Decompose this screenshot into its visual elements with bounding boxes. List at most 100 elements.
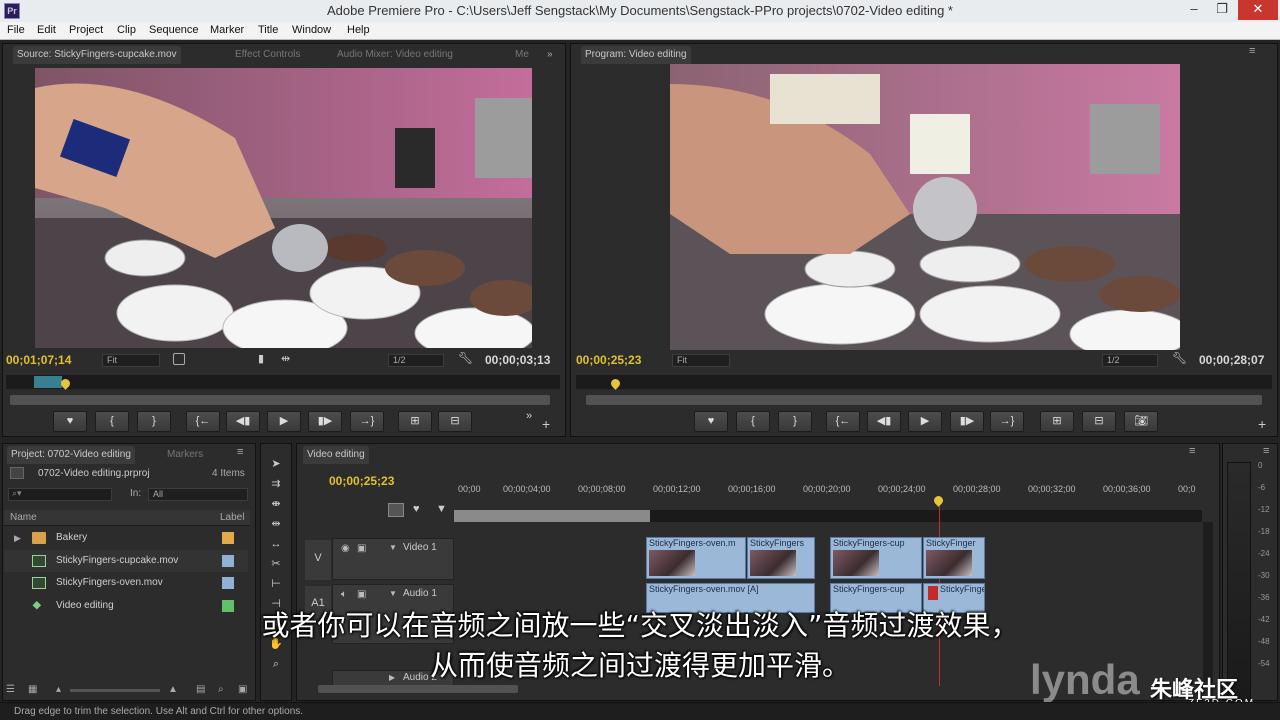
speaker-icon[interactable]: 🔈︎: [341, 589, 347, 600]
collapse-arrow-icon[interactable]: ▼: [389, 543, 397, 552]
project-search-input[interactable]: ⌕▾: [8, 488, 112, 501]
ripple-edit-tool-icon[interactable]: ⇼: [267, 496, 285, 512]
tab-project[interactable]: Project: 0702-Video editing: [7, 446, 135, 464]
video-source-patch[interactable]: V: [305, 540, 331, 580]
project-item-cupcake[interactable]: StickyFingers-cupcake.mov: [4, 550, 248, 572]
program-zoom-scrollbar[interactable]: [586, 395, 1262, 405]
timeline-timecode[interactable]: 00;00;25;23: [329, 474, 394, 488]
icon-size-slider[interactable]: [70, 689, 160, 692]
video-clip[interactable]: StickyFingers-cup: [830, 537, 922, 579]
new-item-icon[interactable]: ▣: [238, 684, 247, 695]
project-item-oven[interactable]: StickyFingers-oven.mov: [4, 572, 248, 594]
name-column-header[interactable]: Name: [10, 512, 37, 523]
menu-help[interactable]: Help: [347, 24, 370, 36]
program-step-back-button[interactable]: ◀▮: [867, 411, 901, 432]
menu-file[interactable]: File: [7, 24, 25, 36]
label-column-header[interactable]: Label: [220, 512, 244, 523]
extract-button[interactable]: ⊟: [1082, 411, 1116, 432]
program-step-forward-button[interactable]: ▮▶: [950, 411, 984, 432]
in-filter-select[interactable]: All: [148, 488, 248, 501]
source-timecode[interactable]: 00;01;07;14: [6, 353, 71, 367]
program-add-marker-button[interactable]: ♥: [694, 411, 728, 432]
timeline-panel-menu-icon[interactable]: ≡: [1189, 445, 1195, 457]
rolling-edit-tool-icon[interactable]: ⇹: [267, 516, 285, 532]
lock-icon[interactable]: ▣: [357, 543, 366, 554]
source-zoom-scrollbar[interactable]: [10, 395, 550, 405]
maximize-button[interactable]: ❐: [1208, 0, 1236, 20]
snap-icon[interactable]: [388, 503, 404, 517]
tab-markers[interactable]: Markers: [163, 446, 207, 464]
tab-sequence[interactable]: Video editing: [303, 446, 369, 464]
step-forward-button[interactable]: ▮▶: [308, 411, 342, 432]
zoom-out-icon[interactable]: ▴: [56, 684, 61, 695]
more-controls-icon[interactable]: »: [526, 410, 532, 422]
video-clip[interactable]: StickyFingers-oven.m: [646, 537, 746, 579]
tab-metadata[interactable]: Me: [511, 46, 533, 64]
tab-audio-mixer[interactable]: Audio Mixer: Video editing: [333, 46, 457, 64]
wrench-icon[interactable]: 🔧︎: [458, 351, 473, 365]
menu-title[interactable]: Title: [258, 24, 278, 36]
rate-stretch-tool-icon[interactable]: ↔: [267, 536, 285, 552]
button-editor-plus-icon[interactable]: +: [542, 416, 550, 432]
insert-icon[interactable]: ▮: [258, 352, 264, 365]
close-button[interactable]: ✕: [1238, 0, 1278, 20]
tab-effect-controls[interactable]: Effect Controls: [231, 46, 304, 64]
insert-button[interactable]: ⊞: [398, 411, 432, 432]
expand-arrow-icon[interactable]: ▶: [14, 527, 21, 549]
selection-tool-icon[interactable]: ➤: [267, 456, 285, 472]
export-frame-button[interactable]: 📷︎: [1124, 411, 1158, 432]
program-mark-in-button[interactable]: {: [736, 411, 770, 432]
program-mark-out-button[interactable]: }: [778, 411, 812, 432]
drag-audio-video-icon[interactable]: ⇹: [281, 352, 290, 365]
bin-icon[interactable]: ▤: [196, 684, 205, 695]
play-button[interactable]: ▶: [267, 411, 301, 432]
timeline-horizontal-scrollbar[interactable]: [318, 685, 518, 693]
mark-out-button[interactable]: }: [137, 411, 171, 432]
program-button-editor-plus-icon[interactable]: +: [1258, 416, 1266, 432]
audio-lock-icon[interactable]: ▣: [357, 589, 366, 600]
program-resolution-select[interactable]: 1/2: [1102, 354, 1158, 367]
meter-panel-menu-icon[interactable]: ≡: [1263, 445, 1269, 457]
safe-margins-icon[interactable]: [173, 353, 185, 365]
step-back-button[interactable]: ◀▮: [226, 411, 260, 432]
tab-program[interactable]: Program: Video editing: [581, 46, 691, 64]
menu-marker[interactable]: Marker: [210, 24, 244, 36]
add-marker-button[interactable]: ♥: [53, 411, 87, 432]
source-zoom-select[interactable]: Fit: [102, 354, 160, 367]
slip-tool-icon[interactable]: ⊢: [267, 576, 285, 592]
program-scrub-bar[interactable]: [576, 375, 1272, 389]
program-wrench-icon[interactable]: 🔧︎: [1172, 351, 1187, 365]
tab-source[interactable]: Source: StickyFingers-cupcake.mov: [13, 46, 181, 64]
video-clip[interactable]: StickyFinger: [923, 537, 985, 579]
project-panel-menu-icon[interactable]: ≡: [237, 446, 243, 458]
minimize-button[interactable]: –: [1180, 0, 1208, 20]
razor-tool-icon[interactable]: ✂: [267, 556, 285, 572]
project-item-bakery[interactable]: ▶ Bakery: [4, 527, 248, 549]
overwrite-button[interactable]: ⊟: [438, 411, 472, 432]
set-marker-icon[interactable]: ♥: [413, 503, 420, 515]
list-view-icon[interactable]: ☰: [6, 684, 15, 695]
work-area-bar[interactable]: [454, 510, 650, 522]
track-select-tool-icon[interactable]: ⇉: [267, 476, 285, 492]
video-clip[interactable]: StickyFingers: [747, 537, 815, 579]
mark-in-button[interactable]: {: [95, 411, 129, 432]
zoom-in-icon[interactable]: ▲: [168, 684, 178, 695]
icon-view-icon[interactable]: ▦: [28, 684, 37, 695]
program-go-to-out-button[interactable]: →}: [990, 411, 1024, 432]
program-zoom-select[interactable]: Fit: [672, 354, 730, 367]
source-scrub-bar[interactable]: [6, 375, 560, 389]
program-timecode[interactable]: 00;00;25;23: [576, 353, 641, 367]
menu-window[interactable]: Window: [292, 24, 331, 36]
marker-icon[interactable]: ▼: [436, 503, 447, 515]
panel-menu-icon[interactable]: »: [543, 46, 557, 64]
eye-icon[interactable]: ◉: [341, 543, 350, 554]
menu-clip[interactable]: Clip: [117, 24, 136, 36]
menu-sequence[interactable]: Sequence: [149, 24, 199, 36]
go-to-in-button[interactable]: {←: [186, 411, 220, 432]
menu-edit[interactable]: Edit: [37, 24, 56, 36]
program-go-to-in-button[interactable]: {←: [826, 411, 860, 432]
program-play-button[interactable]: ▶: [908, 411, 942, 432]
find-icon[interactable]: ⌕: [218, 684, 224, 695]
audio-collapse-arrow-icon[interactable]: ▼: [389, 589, 397, 598]
source-resolution-select[interactable]: 1/2: [388, 354, 444, 367]
